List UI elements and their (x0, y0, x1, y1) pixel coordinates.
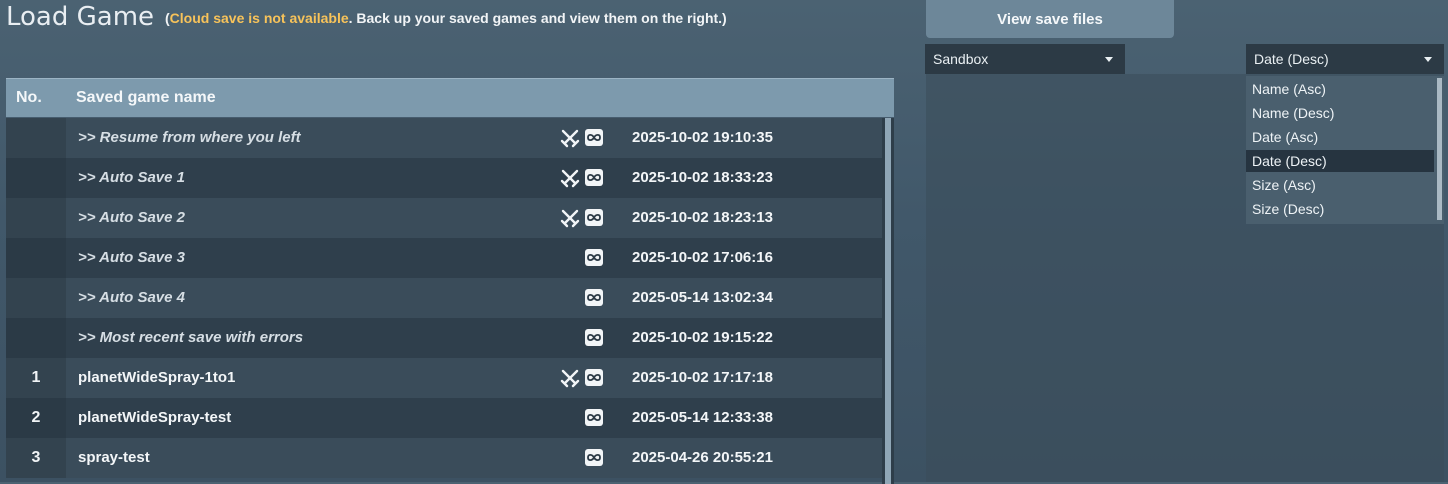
view-save-files-tab[interactable]: View save files (926, 0, 1174, 38)
swords-icon (560, 368, 580, 388)
game-mode-filter-value: Sandbox (933, 51, 989, 67)
sort-order-value: Date (Desc) (1254, 51, 1329, 67)
save-icons (560, 368, 606, 388)
table-header: No. Saved game name (6, 78, 894, 117)
infinity-icon (585, 129, 603, 146)
sort-option-label: Date (Desc) (1252, 153, 1327, 169)
table-scrollbar-thumb[interactable] (885, 118, 891, 484)
save-name: >> Auto Save 2 (78, 209, 185, 226)
sort-order-dropdown: Name (Asc) Name (Desc) Date (Asc) Date (Des… (1246, 76, 1444, 224)
save-date: 2025-05-14 12:33:38 (632, 409, 773, 426)
save-name: >> Auto Save 1 (78, 169, 185, 186)
table-row[interactable]: >> Auto Save 1 2025-10-02 18:33:23 (6, 158, 882, 198)
row-number (6, 278, 66, 318)
infinity-icon (585, 209, 603, 226)
save-name: planetWideSpray-test (78, 409, 232, 426)
sort-option[interactable]: Size (Desc) (1246, 198, 1434, 220)
save-date: 2025-04-26 20:55:21 (632, 449, 773, 466)
swords-icon (560, 208, 580, 228)
row-number (6, 118, 66, 158)
save-icons (560, 208, 606, 228)
chevron-down-icon (1105, 57, 1113, 62)
swords-icon (560, 128, 580, 148)
table-row[interactable]: 2 planetWideSpray-test 2025-05-14 12:33:38 (6, 398, 882, 438)
table-row[interactable]: >> Most recent save with errors 2025-10-0… (6, 318, 882, 358)
infinity-icon (585, 289, 603, 306)
save-date: 2025-10-02 18:23:13 (632, 209, 773, 226)
row-number: 2 (6, 398, 66, 438)
sort-option[interactable]: Size (Asc) (1246, 174, 1434, 196)
saved-games-table: No. Saved game name >> Resume from where… (6, 78, 894, 484)
sort-option[interactable]: Date (Desc) (1246, 150, 1434, 172)
save-name: >> Resume from where you left (78, 129, 301, 146)
table-row[interactable]: 1 planetWideSpray-1to1 2025-10-02 17:17:18 (6, 358, 882, 398)
infinity-icon (585, 329, 603, 346)
row-number (6, 318, 66, 358)
dropdown-scrollbar[interactable] (1437, 78, 1442, 220)
sort-option-label: Size (Asc) (1252, 177, 1316, 193)
save-icons (560, 448, 606, 468)
infinity-icon (585, 249, 603, 266)
infinity-icon (585, 409, 603, 426)
save-date: 2025-10-02 19:10:35 (632, 129, 773, 146)
sort-option[interactable]: Name (Asc) (1246, 78, 1434, 100)
cloud-save-warning: Cloud save is not available (169, 10, 349, 26)
infinity-icon (585, 449, 603, 466)
sort-option-label: Name (Desc) (1252, 105, 1335, 121)
save-date: 2025-10-02 17:06:16 (632, 249, 773, 266)
save-date: 2025-10-02 17:17:18 (632, 369, 773, 386)
infinity-icon (585, 369, 603, 386)
table-body: >> Resume from where you left 2025-10-02 … (6, 118, 882, 484)
page-title: Load Game (6, 2, 155, 32)
table-row[interactable]: 3 spray-test 2025-04-26 20:55:21 (6, 438, 882, 478)
table-row[interactable]: >> Auto Save 2 2025-10-02 18:23:13 (6, 198, 882, 238)
save-icons (560, 248, 606, 268)
save-date: 2025-05-14 13:02:34 (632, 289, 773, 306)
swords-icon (560, 168, 580, 188)
game-mode-filter-select[interactable]: Sandbox (925, 44, 1125, 74)
column-header-no: No. (16, 89, 42, 106)
row-number: 3 (6, 438, 66, 478)
save-name: planetWideSpray-1to1 (78, 369, 236, 386)
save-name: >> Auto Save 4 (78, 289, 185, 306)
save-date: 2025-10-02 19:15:22 (632, 329, 773, 346)
column-header-name: Saved game name (76, 89, 216, 106)
sort-option-label: Size (Desc) (1252, 201, 1325, 217)
table-row[interactable]: >> Resume from where you left 2025-10-02 … (6, 118, 882, 158)
save-name: >> Auto Save 3 (78, 249, 185, 266)
sort-order-select[interactable]: Date (Desc) (1246, 44, 1444, 74)
save-date: 2025-10-02 18:33:23 (632, 169, 773, 186)
save-icons (560, 128, 606, 148)
save-icons (560, 288, 606, 308)
save-name: spray-test (78, 449, 150, 466)
save-icons (560, 168, 606, 188)
notice-rest: . Back up your saved games and view them… (348, 10, 727, 26)
sort-option[interactable]: Date (Asc) (1246, 126, 1434, 148)
row-number (6, 198, 66, 238)
row-number: 1 (6, 358, 66, 398)
infinity-icon (585, 169, 603, 186)
sort-option-label: Name (Asc) (1252, 81, 1326, 97)
sort-option-label: Date (Asc) (1252, 129, 1319, 145)
save-icons (560, 328, 606, 348)
save-name: >> Most recent save with errors (78, 329, 304, 346)
save-icons (560, 408, 606, 428)
table-row[interactable]: >> Auto Save 4 2025-05-14 13:02:34 (6, 278, 882, 318)
cloud-save-notice: (Cloud save is not available. Back up yo… (165, 10, 727, 26)
sort-option[interactable]: Name (Desc) (1246, 102, 1434, 124)
row-number (6, 238, 66, 278)
table-row[interactable]: >> Auto Save 3 2025-10-02 17:06:16 (6, 238, 882, 278)
table-scrollbar[interactable] (882, 118, 894, 484)
row-number (6, 158, 66, 198)
chevron-down-icon (1424, 57, 1432, 62)
